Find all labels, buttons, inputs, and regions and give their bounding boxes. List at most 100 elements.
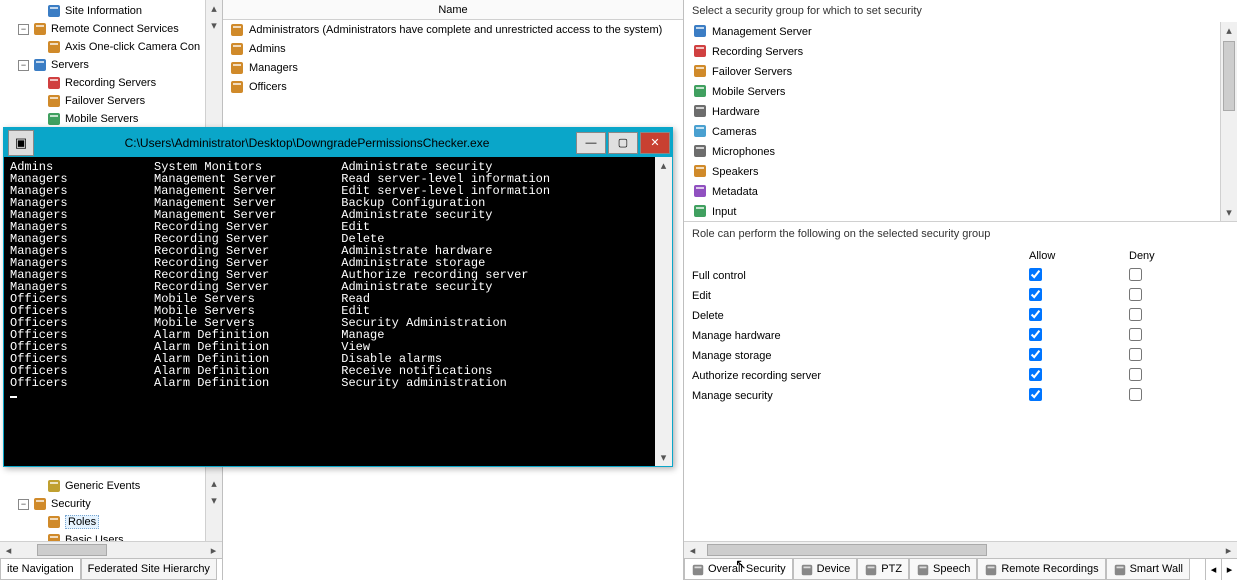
tab-site-navigation[interactable]: ite Navigation — [0, 559, 81, 580]
tree-node-generic-events[interactable]: Generic Events — [18, 477, 222, 495]
allow-checkbox[interactable] — [1029, 388, 1042, 401]
scroll-down-icon[interactable]: ▾ — [655, 449, 672, 466]
tab-federated-hierarchy[interactable]: Federated Site Hierarchy — [81, 559, 217, 580]
allow-checkbox[interactable] — [1029, 308, 1042, 321]
security-group-row[interactable]: Mobile Servers — [684, 82, 1237, 102]
console-output: Admins System Monitors Administrate secu… — [4, 157, 672, 405]
scroll-down-icon[interactable]: ▾ — [206, 492, 222, 509]
tabs-scroll-left[interactable]: ◂ — [1205, 559, 1221, 580]
roles-list-header[interactable]: Name — [223, 0, 683, 20]
tab-device[interactable]: Device — [793, 559, 858, 580]
minimize-button[interactable]: — — [576, 132, 606, 154]
scroll-right-icon[interactable]: ▸ — [1220, 542, 1237, 559]
security-group-row[interactable]: Failover Servers — [684, 62, 1237, 82]
tree-node-label: Security — [51, 498, 91, 510]
tab-remote-recordings[interactable]: Remote Recordings — [977, 559, 1105, 580]
tab-overall-security[interactable]: Overall Security — [684, 559, 793, 580]
info-icon — [46, 3, 62, 19]
deny-checkbox[interactable] — [1129, 348, 1142, 361]
tab-ptz[interactable]: PTZ — [857, 559, 909, 580]
tree-node-label: Basic Users — [65, 534, 124, 541]
scroll-right-icon[interactable]: ▸ — [205, 542, 222, 559]
security-group-row[interactable]: Input — [684, 202, 1237, 222]
collapse-icon[interactable]: − — [18, 60, 29, 71]
console-window[interactable]: ▣ C:\Users\Administrator\Desktop\Downgra… — [3, 127, 673, 467]
tree-node-remote-connect-services[interactable]: −Remote Connect Services — [18, 20, 222, 38]
console-titlebar[interactable]: ▣ C:\Users\Administrator\Desktop\Downgra… — [4, 128, 672, 157]
security-group-label: Mobile Servers — [712, 86, 785, 98]
scroll-up-icon[interactable]: ▴ — [206, 475, 222, 492]
security-icon — [32, 496, 48, 512]
scroll-down-icon[interactable]: ▾ — [1221, 204, 1237, 221]
permission-label: Authorize recording server — [692, 370, 1029, 382]
tree-node-label: Site Information — [65, 5, 142, 17]
scroll-up-icon[interactable]: ▴ — [1221, 22, 1237, 39]
close-button[interactable]: ✕ — [640, 132, 670, 154]
scroll-left-icon[interactable]: ◂ — [0, 542, 17, 559]
permission-row: Full control — [684, 266, 1237, 286]
allow-checkbox[interactable] — [1029, 328, 1042, 341]
maximize-button[interactable]: ▢ — [608, 132, 638, 154]
tree-node-basic-users[interactable]: Basic Users — [18, 531, 222, 541]
tab-speech[interactable]: Speech — [909, 559, 977, 580]
deny-checkbox[interactable] — [1129, 368, 1142, 381]
tree-node-mobile-servers[interactable]: Mobile Servers — [18, 110, 222, 128]
scroll-up-icon[interactable]: ▴ — [206, 0, 222, 17]
scroll-thumb-h[interactable] — [707, 544, 987, 556]
allow-checkbox[interactable] — [1029, 288, 1042, 301]
console-body[interactable]: Admins System Monitors Administrate secu… — [4, 157, 672, 466]
scroll-thumb-v[interactable] — [1223, 41, 1235, 111]
role-row[interactable]: Officers — [223, 77, 683, 96]
right-scrollbar-h[interactable]: ◂ ▸ — [684, 541, 1237, 558]
role-row[interactable]: Managers — [223, 58, 683, 77]
allow-checkbox[interactable] — [1029, 348, 1042, 361]
tree-node-servers[interactable]: − Servers — [18, 56, 222, 74]
tree-node-site-information[interactable]: Site Information — [18, 2, 222, 20]
security-group-row[interactable]: Recording Servers — [684, 42, 1237, 62]
deny-checkbox[interactable] — [1129, 308, 1142, 321]
shield-icon — [691, 562, 705, 576]
role-row[interactable]: Admins — [223, 39, 683, 58]
deny-checkbox[interactable] — [1129, 388, 1142, 401]
right-panel: Select a security group for which to set… — [684, 0, 1237, 580]
deny-checkbox[interactable] — [1129, 328, 1142, 341]
tree-node-label: Generic Events — [65, 480, 140, 492]
nav-tree-lower[interactable]: Generic Events−SecurityRolesBasic Users … — [0, 475, 222, 541]
security-group-label: Failover Servers — [712, 66, 792, 78]
security-group-row[interactable]: Metadata — [684, 182, 1237, 202]
tree-node-security[interactable]: − Security — [18, 495, 222, 513]
deny-checkbox[interactable] — [1129, 288, 1142, 301]
collapse-icon[interactable]: − — [18, 499, 29, 510]
allow-checkbox[interactable] — [1029, 368, 1042, 381]
role-icon — [229, 22, 245, 38]
permission-label: Delete — [692, 310, 1029, 322]
tree-node-failover-servers[interactable]: Failover Servers — [18, 92, 222, 110]
security-group-row[interactable]: Hardware — [684, 102, 1237, 122]
allow-checkbox[interactable] — [1029, 268, 1042, 281]
tab-smart-wall[interactable]: Smart Wall — [1106, 559, 1190, 580]
role-row[interactable]: Administrators (Administrators have comp… — [223, 20, 683, 39]
rec-servers-icon — [692, 43, 708, 62]
tree-scrollbar-h[interactable]: ◂ ▸ — [0, 541, 222, 558]
security-group-row[interactable]: Speakers — [684, 162, 1237, 182]
permission-instruction: Role can perform the following on the se… — [684, 222, 1237, 246]
tabs-scroll-right[interactable]: ▸ — [1221, 559, 1237, 580]
collapse-icon[interactable]: − — [18, 24, 29, 35]
security-group-row[interactable]: Microphones — [684, 142, 1237, 162]
tree-node-axis-one-click-camera-con[interactable]: Axis One-click Camera Con — [18, 38, 222, 56]
security-group-list[interactable]: Management ServerRecording Servers Failov… — [684, 22, 1237, 222]
tree-lower-scrollbar-v[interactable]: ▴ ▾ — [205, 475, 222, 541]
scroll-thumb-h[interactable] — [37, 544, 107, 556]
tree-node-recording-servers[interactable]: Recording Servers — [18, 74, 222, 92]
scroll-left-icon[interactable]: ◂ — [684, 542, 701, 559]
scroll-up-icon[interactable]: ▴ — [655, 157, 672, 174]
deny-checkbox[interactable] — [1129, 268, 1142, 281]
group-scrollbar-v[interactable]: ▴ ▾ — [1220, 22, 1237, 221]
tree-node-label: Roles — [65, 515, 99, 529]
tree-node-label: Servers — [51, 59, 89, 71]
security-group-row[interactable]: Management Server — [684, 22, 1237, 42]
tree-node-roles[interactable]: Roles — [18, 513, 222, 531]
scroll-down-icon[interactable]: ▾ — [206, 17, 222, 34]
security-group-row[interactable]: Cameras — [684, 122, 1237, 142]
console-scrollbar-v[interactable]: ▴ ▾ — [655, 157, 672, 466]
